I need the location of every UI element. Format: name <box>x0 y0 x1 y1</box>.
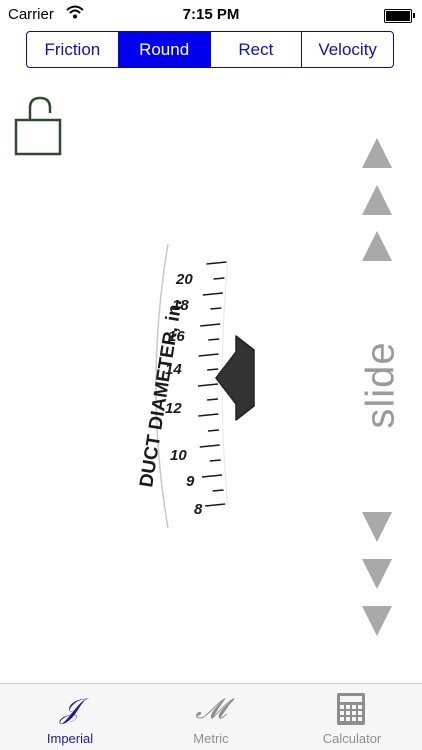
tab-metric[interactable]: 𝓜 Metric <box>141 684 281 750</box>
status-time: 7:15 PM <box>182 6 240 23</box>
dial-tick <box>207 429 220 432</box>
dial-label-10: 10 <box>170 447 187 464</box>
segment-velocity[interactable]: Velocity <box>301 32 393 67</box>
dial-tick <box>198 413 219 417</box>
dial-label-12: 12 <box>165 400 182 417</box>
battery-icon <box>384 9 415 23</box>
slide-hint: slide <box>346 330 416 440</box>
unlock-icon[interactable] <box>14 96 64 156</box>
mode-segmented-control: Friction Round Rect Velocity <box>26 31 394 68</box>
dial-tick <box>206 261 227 265</box>
dial-tick <box>198 353 219 357</box>
status-bar: Carrier 7:15 PM <box>0 0 422 30</box>
slide-down-arrow-icon[interactable] <box>360 604 394 638</box>
dial-tick <box>201 474 223 478</box>
tab-bar: 𝒥 Imperial 𝓜 Metric Calculator <box>0 683 422 750</box>
slide-up-arrow-icon[interactable] <box>360 136 394 170</box>
dial-tick <box>202 292 223 296</box>
tab-imperial[interactable]: 𝒥 Imperial <box>0 684 140 750</box>
dial-tick <box>209 459 221 462</box>
dial-tick <box>205 503 226 507</box>
dial-tick <box>200 323 221 327</box>
segment-round[interactable]: Round <box>117 32 210 67</box>
dial-tick <box>213 277 225 280</box>
dial-label-16: 16 <box>168 328 185 345</box>
segment-friction[interactable]: Friction <box>27 32 118 67</box>
slide-down-arrow-icon[interactable] <box>360 557 394 591</box>
dial-tick <box>208 338 220 341</box>
dial-label-18: 18 <box>172 297 189 314</box>
duct-diameter-dial[interactable]: DUCT DIAMETER, in. 20 18 16 14 12 10 9 8 <box>120 238 270 538</box>
tab-calculator[interactable]: Calculator <box>282 684 422 750</box>
slide-up-arrow-icon[interactable] <box>360 183 394 217</box>
slide-label: slide <box>358 341 403 429</box>
tab-calculator-label: Calculator <box>322 731 382 746</box>
tab-imperial-label: Imperial <box>46 731 94 746</box>
dial-label-9: 9 <box>186 473 195 490</box>
dial-tick <box>212 489 224 492</box>
dial-label-14: 14 <box>165 361 182 378</box>
slide-up-arrow-icon[interactable] <box>360 229 394 263</box>
tab-metric-label: Metric <box>193 731 229 746</box>
dial-tick <box>207 368 219 371</box>
dial-label-20: 20 <box>175 271 193 288</box>
slide-down-arrow-icon[interactable] <box>360 510 394 544</box>
dial-tick <box>210 307 222 310</box>
segment-rect[interactable]: Rect <box>209 32 302 67</box>
dial-tick <box>197 383 219 387</box>
imperial-icon: 𝒥 <box>60 692 80 725</box>
calculator-icon <box>337 693 365 725</box>
dial-label-8: 8 <box>194 501 203 518</box>
dial-tick <box>199 444 220 448</box>
metric-icon: 𝓜 <box>195 692 227 725</box>
dial-tick <box>206 398 219 401</box>
